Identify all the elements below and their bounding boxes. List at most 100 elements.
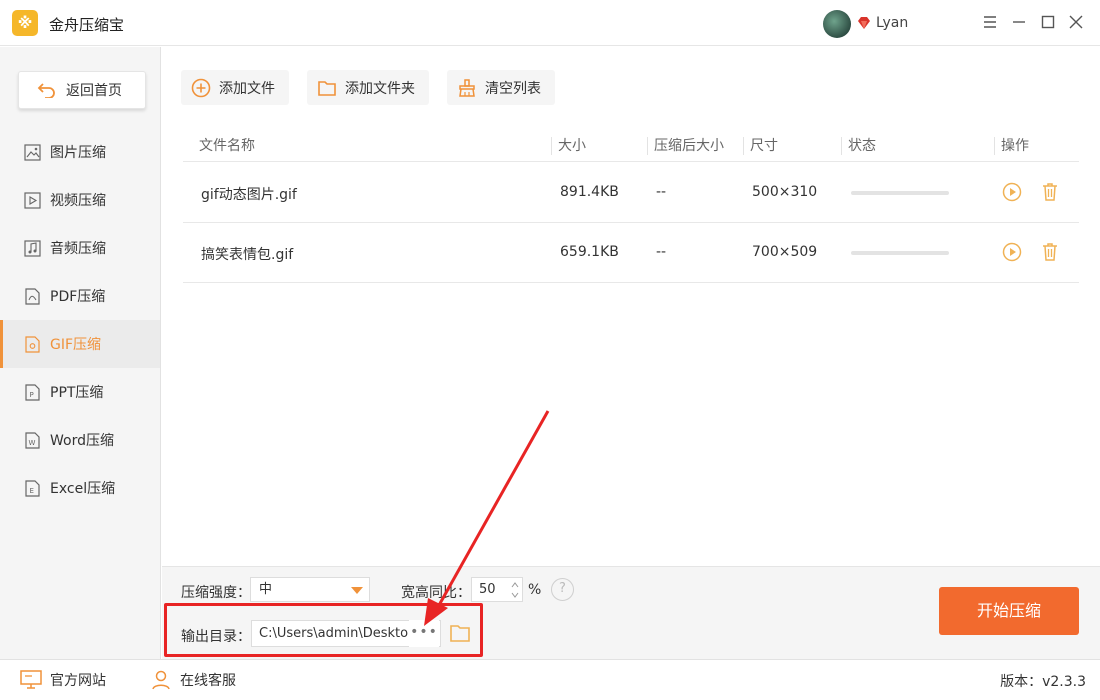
column-header-compressed-size: 压缩后大小 [647, 137, 724, 155]
file-table: 文件名称 大小 压缩后大小 尺寸 状态 操作 gif动态图片.gif 891.4… [183, 130, 1079, 283]
column-header-dimensions: 尺寸 [743, 137, 778, 155]
menu-icon [984, 16, 996, 28]
official-website-link[interactable]: 官方网站 [20, 670, 106, 690]
version-number: v2.3.3 [1042, 674, 1086, 690]
svg-text:E: E [30, 487, 34, 495]
spin-up-icon[interactable] [511, 581, 519, 589]
help-icon[interactable]: ? [551, 578, 574, 601]
back-home-label: 返回首页 [66, 83, 122, 99]
table-row[interactable]: gif动态图片.gif 891.4KB -- 500×310 [183, 163, 1079, 223]
online-support-label: 在线客服 [180, 673, 236, 689]
ratio-value: 50 [479, 582, 496, 597]
clear-list-button[interactable]: 清空列表 [447, 70, 555, 105]
play-icon[interactable] [1002, 182, 1022, 202]
start-compress-button[interactable]: 开始压缩 [939, 587, 1079, 635]
sidebar-item-ppt[interactable]: P PPT压缩 [0, 368, 160, 416]
browse-dots-button[interactable]: ••• [409, 620, 439, 647]
sidebar-item-pdf[interactable]: PDF压缩 [0, 272, 160, 320]
svg-text:P: P [30, 391, 34, 399]
sidebar-item-word[interactable]: W Word压缩 [0, 416, 160, 464]
clear-list-label: 清空列表 [485, 80, 541, 97]
version-label: 版本： [1000, 674, 1043, 690]
compressed-size: -- [656, 244, 667, 260]
progress-bar [851, 251, 949, 255]
image-icon [24, 143, 41, 161]
ppt-icon: P [25, 383, 40, 401]
column-header-name: 文件名称 [199, 138, 255, 154]
excel-icon: E [25, 479, 40, 497]
pdf-icon [25, 287, 40, 305]
file-name: 搞笑表情包.gif [201, 247, 294, 263]
menu-button[interactable] [980, 12, 1000, 32]
audio-icon [24, 239, 41, 257]
sidebar-item-label: Excel压缩 [50, 481, 116, 497]
sidebar-item-video[interactable]: 视频压缩 [0, 176, 160, 224]
add-folder-label: 添加文件夹 [345, 80, 415, 97]
add-folder-button[interactable]: 添加文件夹 [307, 70, 429, 105]
table-header: 文件名称 大小 压缩后大小 尺寸 状态 操作 [183, 130, 1079, 162]
sidebar-item-gif[interactable]: GIF压缩 [0, 320, 160, 368]
folder-icon [318, 80, 336, 96]
user-avatar[interactable] [823, 10, 851, 38]
sidebar-item-label: PPT压缩 [50, 385, 104, 401]
svg-text:W: W [29, 439, 36, 447]
output-label: 输出目录： [181, 629, 251, 645]
close-button[interactable] [1066, 12, 1086, 32]
spin-down-icon[interactable] [511, 591, 519, 599]
file-dimensions: 500×310 [752, 184, 818, 200]
play-icon[interactable] [1002, 242, 1022, 262]
gif-icon [25, 335, 40, 353]
add-file-button[interactable]: 添加文件 [181, 70, 289, 105]
progress-bar [851, 191, 949, 195]
compressed-size: -- [656, 184, 667, 200]
trash-icon[interactable] [1040, 242, 1060, 262]
file-size: 659.1KB [560, 244, 619, 260]
sidebar-item-label: 音频压缩 [50, 241, 106, 257]
official-website-label: 官方网站 [50, 673, 106, 689]
minimize-button[interactable] [1009, 12, 1029, 32]
support-person-icon [152, 670, 170, 690]
vip-gem-icon [858, 17, 870, 29]
file-dimensions: 700×509 [752, 244, 818, 260]
file-name: gif动态图片.gif [201, 187, 297, 203]
table-row[interactable]: 搞笑表情包.gif 659.1KB -- 700×509 [183, 223, 1079, 283]
strength-value: 中 [259, 582, 273, 597]
online-support-link[interactable]: 在线客服 [150, 670, 236, 690]
maximize-button[interactable] [1038, 12, 1058, 32]
video-icon [24, 191, 41, 209]
ratio-unit: % [528, 582, 542, 598]
file-size: 891.4KB [560, 184, 619, 200]
sidebar-item-label: 图片压缩 [50, 145, 106, 161]
sidebar: 返回首页 图片压缩 视频压缩 音频压缩 PDF压缩 GIF压缩 P PPT压缩 … [0, 47, 161, 659]
add-circle-icon [191, 78, 211, 97]
close-icon [1069, 15, 1083, 29]
column-header-size: 大小 [551, 137, 586, 155]
column-header-actions: 操作 [994, 137, 1029, 155]
back-home-button[interactable]: 返回首页 [18, 71, 146, 109]
version-info: 版本：v2.3.3 [1000, 671, 1086, 691]
monitor-icon [20, 670, 42, 689]
add-file-label: 添加文件 [219, 80, 275, 97]
title-bar: ※ 金舟压缩宝 Lyan [0, 0, 1100, 46]
strength-label: 压缩强度： [181, 585, 251, 601]
strength-select[interactable]: 中 [250, 577, 370, 602]
username[interactable]: Lyan [876, 15, 908, 31]
back-arrow-icon [37, 83, 55, 98]
ratio-label: 宽高同比： [401, 585, 471, 601]
sidebar-item-image[interactable]: 图片压缩 [0, 128, 160, 176]
sidebar-item-audio[interactable]: 音频压缩 [0, 224, 160, 272]
app-title: 金舟压缩宝 [49, 16, 125, 34]
ratio-stepper[interactable]: 50 [471, 577, 523, 602]
app-logo-icon: ※ [12, 10, 38, 36]
open-folder-icon[interactable] [449, 622, 471, 644]
sidebar-item-label: Word压缩 [50, 433, 114, 449]
sidebar-item-excel[interactable]: E Excel压缩 [0, 464, 160, 512]
minimize-icon [1013, 21, 1025, 23]
sidebar-item-label: PDF压缩 [50, 289, 106, 305]
broom-icon [459, 78, 475, 97]
trash-icon[interactable] [1040, 182, 1060, 202]
maximize-icon [1041, 15, 1055, 29]
sidebar-item-label: 视频压缩 [50, 193, 106, 209]
sidebar-item-label: GIF压缩 [50, 337, 102, 353]
footer: 官方网站 在线客服 版本：v2.3.3 [0, 659, 1100, 700]
